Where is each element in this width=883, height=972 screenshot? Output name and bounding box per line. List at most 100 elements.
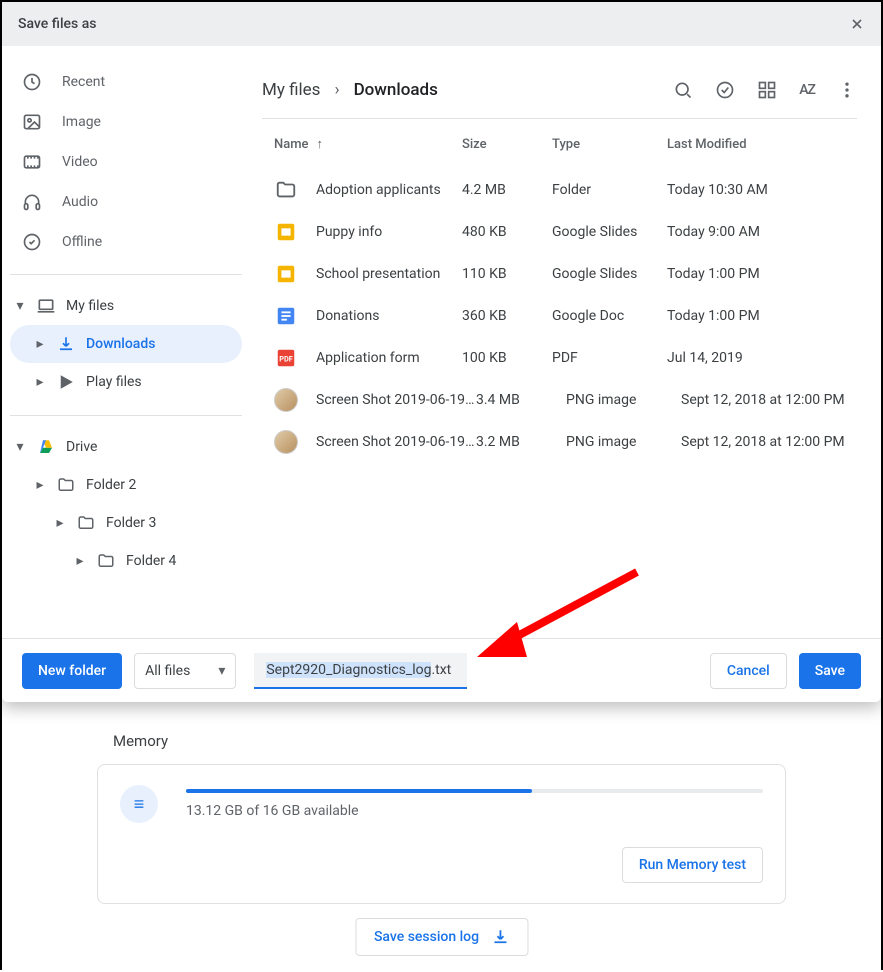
- svg-text:PDF: PDF: [279, 355, 293, 364]
- file-type: PNG image: [566, 392, 681, 408]
- file-type: Folder: [552, 182, 667, 198]
- files-table: Name ↑ Size Type Last Modified Adoption …: [262, 119, 857, 463]
- check-circle-icon[interactable]: [715, 80, 735, 100]
- sidebar-item-label: Video: [62, 154, 98, 170]
- table-row[interactable]: Adoption applicants 4.2 MB Folder Today …: [262, 169, 857, 211]
- table-row[interactable]: PDFApplication form 100 KB PDF Jul 14, 2…: [262, 337, 857, 379]
- offline-icon: [22, 232, 42, 252]
- docs-icon: [274, 304, 298, 328]
- sidebar-item-video[interactable]: Video: [10, 142, 242, 182]
- run-memory-test-button[interactable]: Run Memory test: [622, 847, 763, 883]
- sort-az-icon[interactable]: AZ: [799, 82, 815, 98]
- tree-playfiles[interactable]: ▸ Play files: [10, 363, 242, 401]
- sidebar-item-label: Offline: [62, 234, 102, 250]
- filename-input[interactable]: [254, 653, 467, 689]
- memory-section-title: Memory: [113, 732, 786, 750]
- dialog-footer: New folder All files ▾ Cancel Save: [2, 638, 881, 702]
- memory-usage-bar: [186, 789, 763, 793]
- tree-drive[interactable]: ▾ Drive: [10, 428, 242, 466]
- tree-folder4[interactable]: ▸ Folder 4: [10, 542, 242, 580]
- folder-icon: [274, 178, 298, 202]
- slides-icon: [274, 220, 298, 244]
- tree-folder2[interactable]: ▸ Folder 2: [10, 466, 242, 504]
- file-type-select[interactable]: All files ▾: [134, 653, 236, 689]
- table-row[interactable]: Screen Shot 2019-06-19 ... 3.4 MB PNG im…: [262, 379, 857, 421]
- chevron-right-icon: ▸: [34, 376, 46, 388]
- tree-label: Downloads: [86, 336, 155, 352]
- chevron-down-icon: ▾: [14, 300, 26, 312]
- tree-myfiles[interactable]: ▾ My files: [10, 287, 242, 325]
- chevron-down-icon: ▾: [218, 663, 225, 679]
- file-type: PDF: [552, 350, 667, 366]
- table-row[interactable]: Puppy info 480 KB Google Slides Today 9:…: [262, 211, 857, 253]
- folder-icon: [96, 551, 116, 571]
- file-type: PNG image: [566, 434, 681, 450]
- memory-card: ≡ 13.12 GB of 16 GB available Run Memory…: [97, 764, 786, 904]
- divider: [10, 415, 242, 416]
- file-size: 360 KB: [462, 308, 552, 324]
- drive-icon: [36, 437, 56, 457]
- file-modified: Sept 12, 2018 at 12:00 PM: [681, 392, 871, 408]
- breadcrumb: My files › Downloads AZ: [262, 66, 857, 114]
- laptop-icon: [36, 296, 56, 316]
- download-icon: [56, 334, 76, 354]
- file-modified: Today 10:30 AM: [667, 182, 857, 198]
- file-name: Donations: [316, 308, 379, 324]
- chevron-right-icon: ▸: [34, 479, 46, 491]
- table-header[interactable]: Name ↑ Size Type Last Modified: [262, 119, 857, 169]
- breadcrumb-root[interactable]: My files: [262, 80, 320, 100]
- save-session-log-label: Save session log: [374, 929, 479, 945]
- chevron-right-icon: ›: [334, 80, 339, 100]
- pdf-icon: PDF: [274, 346, 298, 370]
- col-type: Type: [552, 137, 667, 152]
- close-icon[interactable]: [849, 16, 865, 32]
- thumbnail-icon: [274, 388, 298, 412]
- divider: [10, 274, 242, 275]
- sidebar-item-image[interactable]: Image: [10, 102, 242, 142]
- sidebar-item-audio[interactable]: Audio: [10, 182, 242, 222]
- tree-label: Folder 4: [126, 553, 176, 569]
- file-modified: Today 1:00 PM: [667, 308, 857, 324]
- col-size: Size: [462, 137, 552, 152]
- file-size: 480 KB: [462, 224, 552, 240]
- file-name: School presentation: [316, 266, 440, 282]
- new-folder-button[interactable]: New folder: [22, 653, 122, 689]
- chevron-down-icon: ▾: [14, 441, 26, 453]
- sidebar-item-label: Image: [62, 114, 101, 130]
- grid-view-icon[interactable]: [757, 80, 777, 100]
- save-button[interactable]: Save: [799, 653, 861, 689]
- file-name: Adoption applicants: [316, 182, 441, 198]
- file-size: 4.2 MB: [462, 182, 552, 198]
- breadcrumb-current: Downloads: [354, 80, 438, 100]
- sidebar: Recent Image Video Audio Offline: [2, 46, 250, 638]
- tree-label: Play files: [86, 374, 142, 390]
- folder-icon: [76, 513, 96, 533]
- chevron-right-icon: ▸: [74, 555, 86, 567]
- col-name: Name: [274, 137, 309, 152]
- cancel-button[interactable]: Cancel: [710, 653, 787, 689]
- chevron-right-icon: ▸: [34, 338, 46, 350]
- save-session-log-button[interactable]: Save session log: [355, 918, 528, 956]
- tree-label: Folder 2: [86, 477, 136, 493]
- thumbnail-icon: [274, 430, 298, 454]
- sidebar-item-offline[interactable]: Offline: [10, 222, 242, 262]
- tree-folder3[interactable]: ▸ Folder 3: [10, 504, 242, 542]
- sidebar-item-label: Audio: [62, 194, 98, 210]
- file-type-value: All files: [145, 663, 190, 679]
- more-icon[interactable]: [837, 80, 857, 100]
- file-modified: Today 9:00 AM: [667, 224, 857, 240]
- tree-downloads[interactable]: ▸ Downloads: [10, 325, 242, 363]
- sidebar-item-recent[interactable]: Recent: [10, 62, 242, 102]
- file-modified: Jul 14, 2019: [667, 350, 857, 366]
- col-modified: Last Modified: [667, 137, 857, 152]
- file-size: 3.4 MB: [476, 392, 566, 408]
- tree-label: Folder 3: [106, 515, 156, 531]
- table-row[interactable]: Donations 360 KB Google Doc Today 1:00 P…: [262, 295, 857, 337]
- dialog-titlebar: Save files as: [2, 2, 881, 46]
- table-row[interactable]: School presentation 110 KB Google Slides…: [262, 253, 857, 295]
- file-size: 110 KB: [462, 266, 552, 282]
- search-icon[interactable]: [673, 80, 693, 100]
- table-row[interactable]: Screen Shot 2019-06-19 ... 3.2 MB PNG im…: [262, 421, 857, 463]
- file-name: Application form: [316, 350, 420, 366]
- folder-icon: [56, 475, 76, 495]
